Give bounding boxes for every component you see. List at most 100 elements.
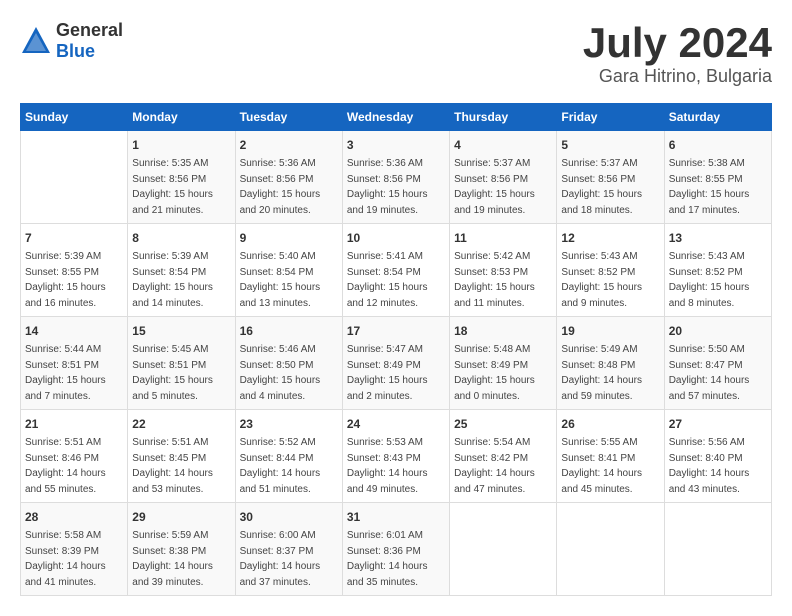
day-number: 7 <box>25 229 123 247</box>
calendar-cell: 13 Sunrise: 5:43 AM Sunset: 8:52 PM Dayli… <box>664 224 771 317</box>
calendar-cell: 19 Sunrise: 5:49 AM Sunset: 8:48 PM Dayli… <box>557 317 664 410</box>
logo-blue: Blue <box>56 41 95 61</box>
day-number: 30 <box>240 508 338 526</box>
calendar-cell <box>664 503 771 596</box>
day-number: 15 <box>132 322 230 340</box>
day-number: 21 <box>25 415 123 433</box>
calendar-cell: 28Sunrise: 5:58 AM Sunset: 8:39 PM Dayli… <box>21 503 128 596</box>
title-block: July 2024 Gara Hitrino, Bulgaria <box>583 20 772 87</box>
day-number: 12 <box>561 229 659 247</box>
calendar-cell: 29Sunrise: 5:59 AM Sunset: 8:38 PM Dayli… <box>128 503 235 596</box>
header-day: Saturday <box>664 104 771 131</box>
calendar-cell: 15 Sunrise: 5:45 AM Sunset: 8:51 PM Dayli… <box>128 317 235 410</box>
day-number: 24 <box>347 415 445 433</box>
calendar-cell: 2Sunrise: 5:36 AM Sunset: 8:56 PM Daylig… <box>235 131 342 224</box>
calendar-cell <box>21 131 128 224</box>
day-info: Sunrise: 5:59 AM Sunset: 8:38 PM Dayligh… <box>132 528 230 590</box>
header-day: Tuesday <box>235 104 342 131</box>
logo-text: General Blue <box>56 20 123 62</box>
day-info: Sunrise: 5:41 AM Sunset: 8:54 PM Dayligh… <box>347 249 445 311</box>
calendar-cell <box>557 503 664 596</box>
day-info: Sunrise: 5:51 AM Sunset: 8:45 PM Dayligh… <box>132 435 230 497</box>
calendar-cell: 10Sunrise: 5:41 AM Sunset: 8:54 PM Dayli… <box>342 224 449 317</box>
day-info: Sunrise: 5:39 AM Sunset: 8:54 PM Dayligh… <box>132 249 230 311</box>
day-info: Sunrise: 5:45 AM Sunset: 8:51 PM Dayligh… <box>132 342 230 404</box>
day-info: Sunrise: 5:36 AM Sunset: 8:56 PM Dayligh… <box>240 156 338 218</box>
day-info: Sunrise: 5:44 AM Sunset: 8:51 PM Dayligh… <box>25 342 123 404</box>
day-number: 20 <box>669 322 767 340</box>
day-number: 18 <box>454 322 552 340</box>
day-info: Sunrise: 5:50 AM Sunset: 8:47 PM Dayligh… <box>669 342 767 404</box>
calendar-week-row: 28Sunrise: 5:58 AM Sunset: 8:39 PM Dayli… <box>21 503 772 596</box>
calendar-cell: 26 Sunrise: 5:55 AM Sunset: 8:41 PM Dayli… <box>557 410 664 503</box>
day-number: 26 <box>561 415 659 433</box>
day-number: 19 <box>561 322 659 340</box>
calendar-cell: 18 Sunrise: 5:48 AM Sunset: 8:49 PM Dayli… <box>450 317 557 410</box>
day-info: Sunrise: 5:47 AM Sunset: 8:49 PM Dayligh… <box>347 342 445 404</box>
calendar-cell: 25Sunrise: 5:54 AM Sunset: 8:42 PM Dayli… <box>450 410 557 503</box>
day-number: 27 <box>669 415 767 433</box>
calendar-cell: 14 Sunrise: 5:44 AM Sunset: 8:51 PM Dayli… <box>21 317 128 410</box>
day-info: Sunrise: 5:52 AM Sunset: 8:44 PM Dayligh… <box>240 435 338 497</box>
calendar-cell: 17 Sunrise: 5:47 AM Sunset: 8:49 PM Dayli… <box>342 317 449 410</box>
header-day: Friday <box>557 104 664 131</box>
page-header: General Blue July 2024 Gara Hitrino, Bul… <box>20 20 772 87</box>
day-info: Sunrise: 5:37 AM Sunset: 8:56 PM Dayligh… <box>561 156 659 218</box>
calendar-cell: 20 Sunrise: 5:50 AM Sunset: 8:47 PM Dayli… <box>664 317 771 410</box>
day-info: Sunrise: 5:35 AM Sunset: 8:56 PM Dayligh… <box>132 156 230 218</box>
day-info: Sunrise: 5:43 AM Sunset: 8:52 PM Dayligh… <box>669 249 767 311</box>
day-number: 13 <box>669 229 767 247</box>
day-number: 11 <box>454 229 552 247</box>
day-number: 8 <box>132 229 230 247</box>
day-number: 14 <box>25 322 123 340</box>
calendar-week-row: 7 Sunrise: 5:39 AM Sunset: 8:55 PM Daylig… <box>21 224 772 317</box>
logo-general: General <box>56 20 123 40</box>
day-number: 22 <box>132 415 230 433</box>
calendar-cell: 3 Sunrise: 5:36 AM Sunset: 8:56 PM Daylig… <box>342 131 449 224</box>
day-info: Sunrise: 6:01 AM Sunset: 8:36 PM Dayligh… <box>347 528 445 590</box>
day-info: Sunrise: 5:51 AM Sunset: 8:46 PM Dayligh… <box>25 435 123 497</box>
day-number: 9 <box>240 229 338 247</box>
logo: General Blue <box>20 20 123 62</box>
day-number: 3 <box>347 136 445 154</box>
day-info: Sunrise: 5:48 AM Sunset: 8:49 PM Dayligh… <box>454 342 552 404</box>
day-info: Sunrise: 5:39 AM Sunset: 8:55 PM Dayligh… <box>25 249 123 311</box>
calendar-table: SundayMondayTuesdayWednesdayThursdayFrid… <box>20 103 772 596</box>
calendar-cell: 9Sunrise: 5:40 AM Sunset: 8:54 PM Daylig… <box>235 224 342 317</box>
calendar-cell: 16Sunrise: 5:46 AM Sunset: 8:50 PM Dayli… <box>235 317 342 410</box>
header-day: Thursday <box>450 104 557 131</box>
subtitle: Gara Hitrino, Bulgaria <box>583 66 772 87</box>
day-number: 5 <box>561 136 659 154</box>
header-row: SundayMondayTuesdayWednesdayThursdayFrid… <box>21 104 772 131</box>
day-number: 17 <box>347 322 445 340</box>
calendar-week-row: 14 Sunrise: 5:44 AM Sunset: 8:51 PM Dayli… <box>21 317 772 410</box>
calendar-cell: 4Sunrise: 5:37 AM Sunset: 8:56 PM Daylig… <box>450 131 557 224</box>
day-number: 28 <box>25 508 123 526</box>
day-info: Sunrise: 5:53 AM Sunset: 8:43 PM Dayligh… <box>347 435 445 497</box>
calendar-cell: 27 Sunrise: 5:56 AM Sunset: 8:40 PM Dayli… <box>664 410 771 503</box>
header-day: Wednesday <box>342 104 449 131</box>
calendar-cell: 24 Sunrise: 5:53 AM Sunset: 8:43 PM Dayli… <box>342 410 449 503</box>
calendar-cell: 6 Sunrise: 5:38 AM Sunset: 8:55 PM Daylig… <box>664 131 771 224</box>
calendar-cell: 7 Sunrise: 5:39 AM Sunset: 8:55 PM Daylig… <box>21 224 128 317</box>
day-info: Sunrise: 5:56 AM Sunset: 8:40 PM Dayligh… <box>669 435 767 497</box>
logo-icon <box>20 25 52 57</box>
day-info: Sunrise: 5:42 AM Sunset: 8:53 PM Dayligh… <box>454 249 552 311</box>
day-number: 1 <box>132 136 230 154</box>
day-info: Sunrise: 6:00 AM Sunset: 8:37 PM Dayligh… <box>240 528 338 590</box>
day-info: Sunrise: 5:55 AM Sunset: 8:41 PM Dayligh… <box>561 435 659 497</box>
header-day: Sunday <box>21 104 128 131</box>
day-number: 4 <box>454 136 552 154</box>
day-number: 16 <box>240 322 338 340</box>
day-info: Sunrise: 5:43 AM Sunset: 8:52 PM Dayligh… <box>561 249 659 311</box>
day-info: Sunrise: 5:49 AM Sunset: 8:48 PM Dayligh… <box>561 342 659 404</box>
calendar-cell: 8 Sunrise: 5:39 AM Sunset: 8:54 PM Daylig… <box>128 224 235 317</box>
calendar-cell: 1 Sunrise: 5:35 AM Sunset: 8:56 PM Daylig… <box>128 131 235 224</box>
day-info: Sunrise: 5:36 AM Sunset: 8:56 PM Dayligh… <box>347 156 445 218</box>
calendar-cell: 21 Sunrise: 5:51 AM Sunset: 8:46 PM Dayli… <box>21 410 128 503</box>
day-number: 25 <box>454 415 552 433</box>
day-info: Sunrise: 5:38 AM Sunset: 8:55 PM Dayligh… <box>669 156 767 218</box>
day-number: 6 <box>669 136 767 154</box>
calendar-cell: 11 Sunrise: 5:42 AM Sunset: 8:53 PM Dayli… <box>450 224 557 317</box>
calendar-cell <box>450 503 557 596</box>
